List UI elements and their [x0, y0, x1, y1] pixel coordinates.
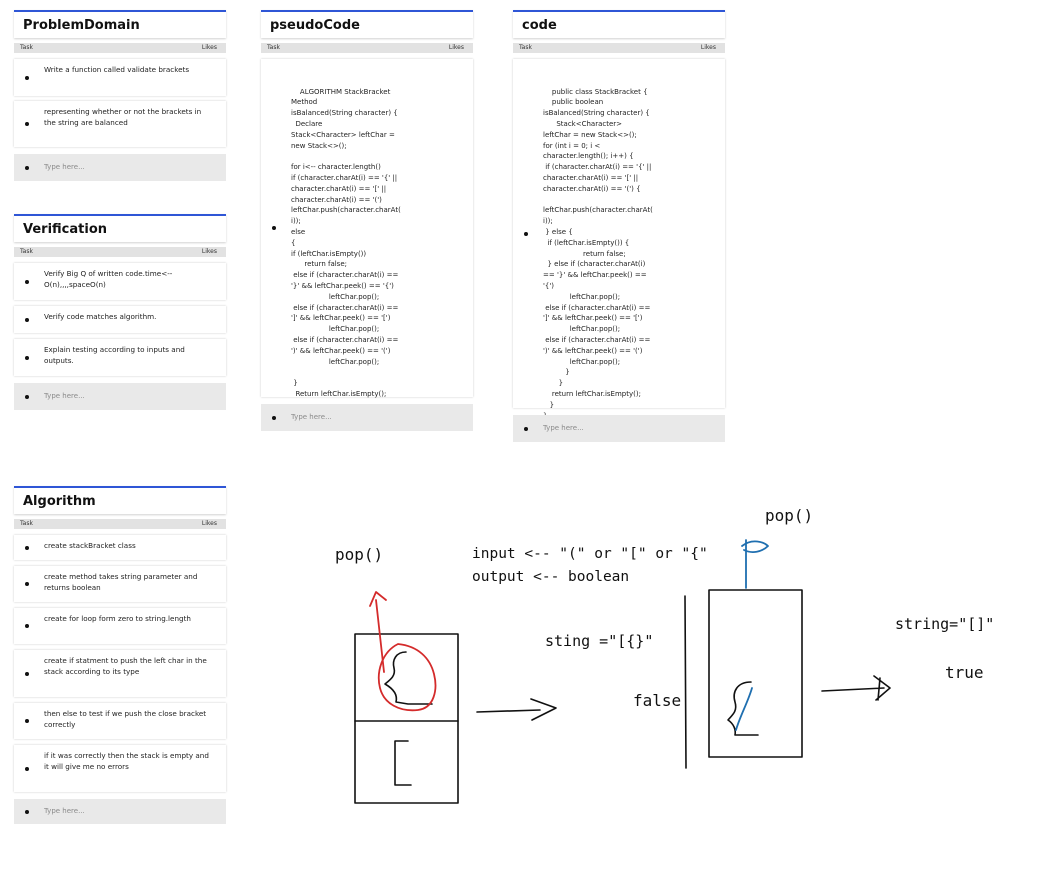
string-label: string="[]": [895, 615, 995, 633]
pop-label-left: pop(): [335, 545, 384, 564]
whiteboard-sketch: [354, 539, 891, 804]
true-label: true: [945, 663, 984, 682]
arrow-right-2: [821, 675, 891, 701]
vertical-divider: [684, 595, 687, 769]
left-stack-box: [354, 633, 459, 804]
arrow-right-1: [476, 698, 557, 721]
left-curly-glyph: [384, 651, 433, 705]
sting-label: sting ="[{}": [545, 632, 654, 650]
red-pop-circle: [377, 643, 437, 712]
false-label: false: [633, 691, 682, 710]
right-stack-box: [708, 589, 803, 758]
output-line: output <-- boolean: [472, 569, 630, 585]
right-curly-glyph: [727, 681, 759, 736]
input-line: input <-- "(" or "[" or "{": [472, 546, 708, 562]
left-bracket-glyph: [394, 740, 412, 786]
pop-label-right: pop(): [765, 506, 814, 525]
blue-pop-flag: [741, 539, 769, 589]
blue-strike: [735, 687, 753, 731]
